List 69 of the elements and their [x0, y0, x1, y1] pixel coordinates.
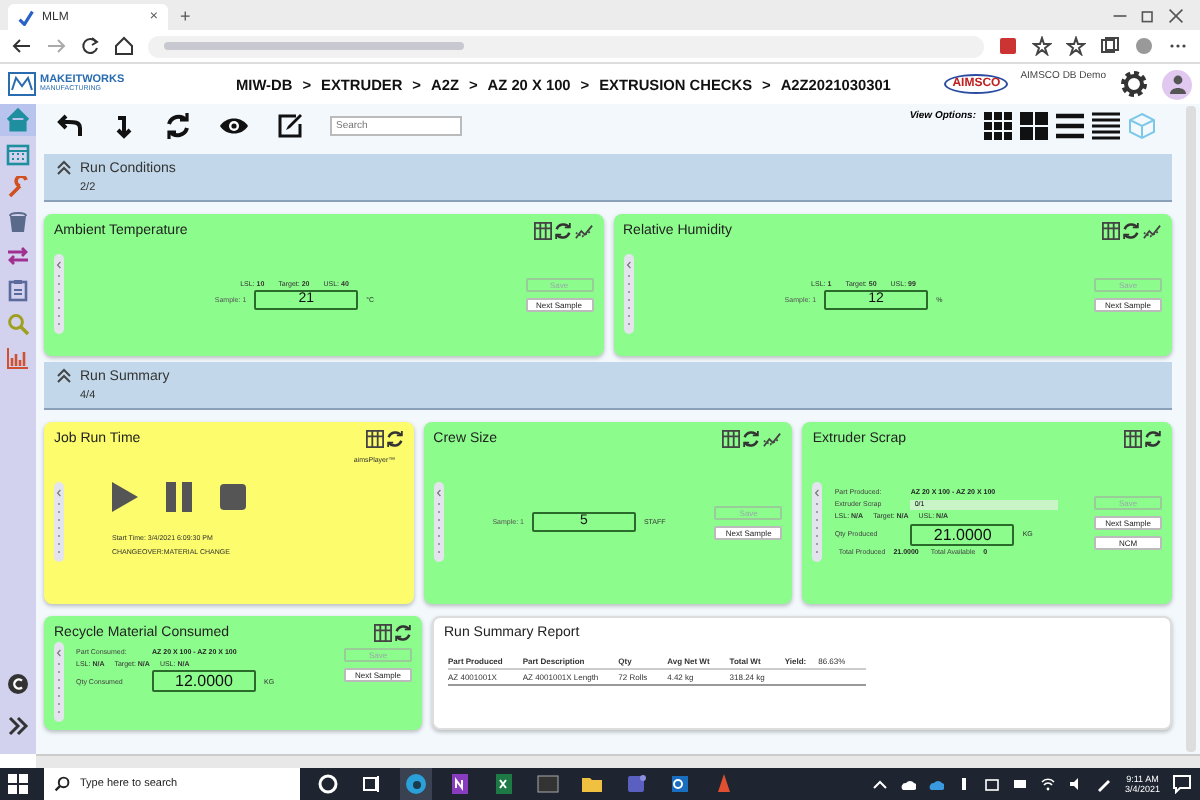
table-icon[interactable] [1102, 222, 1120, 240]
address-field[interactable] [148, 35, 984, 57]
refresh-icon[interactable] [553, 222, 571, 240]
back-arrow-icon[interactable] [12, 36, 32, 56]
swap-arrows-icon [6, 244, 30, 268]
favorites-icon[interactable] [1066, 36, 1086, 56]
collections-icon[interactable] [1100, 36, 1120, 56]
grid-view-icon[interactable] [984, 112, 1012, 140]
large-grid-icon[interactable] [1020, 112, 1048, 140]
check-icon [18, 9, 34, 25]
side-drawer-handle[interactable] [54, 482, 64, 562]
search-icon [6, 312, 30, 336]
value-field[interactable]: 12.0000 [152, 670, 256, 692]
bar-chart-icon [6, 346, 30, 370]
person-icon [1167, 74, 1187, 94]
close-icon[interactable] [1168, 7, 1184, 23]
home-icon[interactable] [114, 36, 134, 56]
horizontal-scrollbar[interactable] [36, 754, 1200, 768]
refresh-icon[interactable] [1122, 222, 1140, 240]
table-icon[interactable] [722, 430, 741, 448]
edit-icon[interactable] [276, 112, 304, 140]
undo-arrow-icon[interactable] [56, 112, 84, 140]
pause-icon[interactable] [166, 482, 192, 512]
restore-icon[interactable] [1140, 7, 1156, 23]
trend-chart-icon[interactable] [1142, 222, 1162, 240]
refresh-icon[interactable] [742, 430, 761, 448]
side-drawer-handle[interactable] [812, 482, 823, 562]
user-avatar[interactable] [1162, 69, 1192, 99]
pen-icon[interactable] [1096, 776, 1113, 792]
reload-icon[interactable] [80, 36, 100, 56]
compact-list-icon[interactable] [1092, 112, 1120, 140]
windows-start-icon[interactable] [8, 774, 28, 794]
monitor-icon[interactable] [1012, 776, 1029, 792]
table-icon[interactable] [365, 430, 384, 448]
calendar-icon [6, 142, 30, 166]
wrench-icon [6, 176, 30, 200]
side-drawer-handle[interactable] [54, 642, 64, 722]
logo-mark-icon [8, 72, 36, 96]
copyright-icon[interactable] [6, 672, 30, 696]
value-field[interactable]: 21.0000 [910, 523, 1015, 545]
side-drawer-handle[interactable] [623, 254, 633, 334]
refresh-icon[interactable] [164, 112, 192, 140]
table-icon[interactable] [374, 624, 392, 642]
double-chevron-icon[interactable] [6, 714, 30, 738]
refresh-icon[interactable] [385, 430, 404, 448]
chevron-up-icon[interactable] [872, 776, 889, 792]
refresh-icon[interactable] [1144, 430, 1163, 448]
clipboard-icon [6, 278, 30, 302]
home-icon [6, 108, 30, 132]
search-icon [54, 776, 70, 792]
collapse-chevron-icon[interactable] [56, 160, 72, 176]
wifi-icon[interactable] [1040, 776, 1057, 792]
notification-icon[interactable] [1172, 774, 1192, 794]
table-icon[interactable] [533, 222, 551, 240]
new-tab-button[interactable]: + [180, 5, 191, 25]
collapse-chevron-icon[interactable] [56, 368, 72, 384]
play-icon[interactable] [112, 482, 138, 512]
settings-icon[interactable] [1118, 68, 1150, 100]
side-drawer-handle[interactable] [54, 254, 64, 334]
vertical-scrollbar[interactable] [1186, 106, 1196, 752]
trend-chart-icon[interactable] [762, 430, 783, 448]
browser-icon[interactable] [400, 768, 432, 800]
list-view-icon[interactable] [1056, 112, 1084, 140]
trend-chart-icon[interactable] [573, 222, 593, 240]
profile-icon[interactable] [1134, 36, 1154, 56]
refresh-icon[interactable] [394, 624, 412, 642]
bucket-icon [6, 210, 30, 234]
table-icon[interactable] [1124, 430, 1143, 448]
side-drawer-handle[interactable] [433, 482, 444, 562]
